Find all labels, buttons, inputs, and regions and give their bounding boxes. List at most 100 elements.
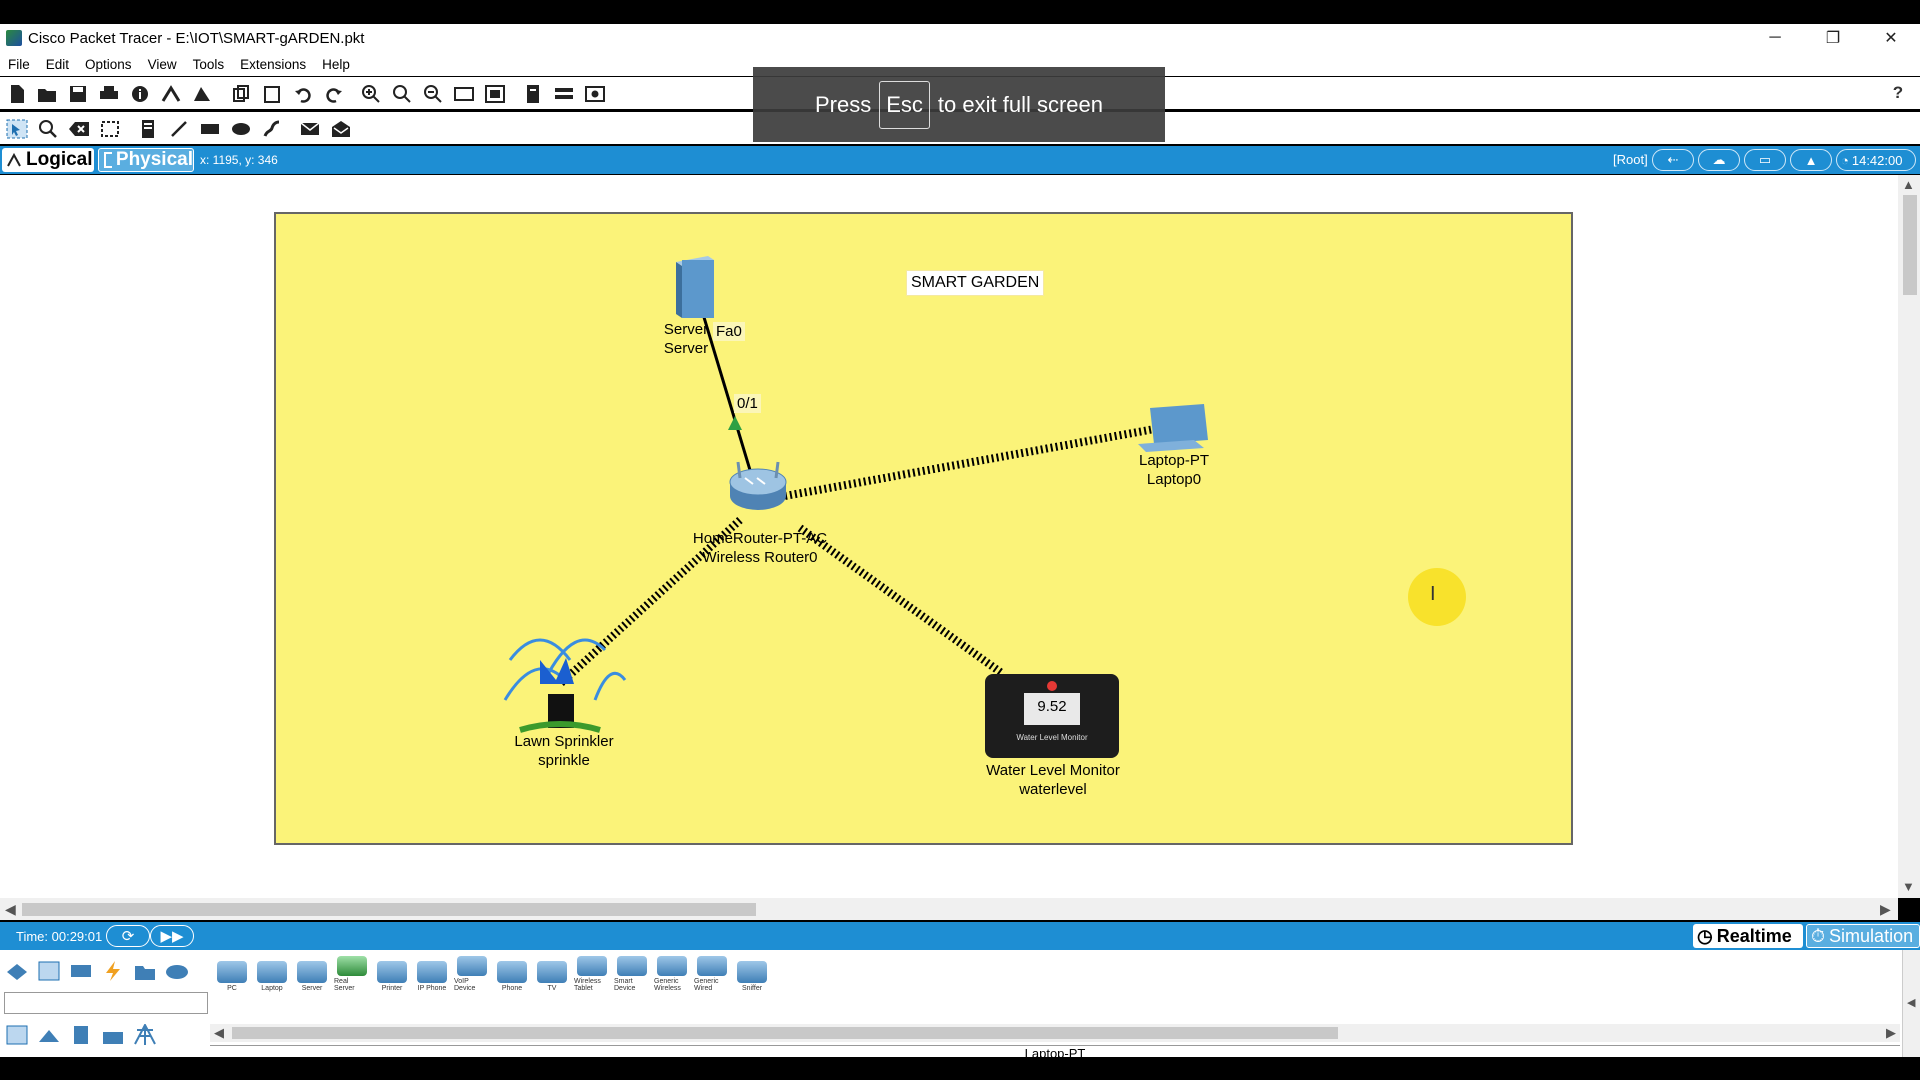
tab-logical[interactable]: Logical bbox=[2, 148, 94, 172]
drawing-palette-icon[interactable] bbox=[453, 83, 475, 105]
device-manager-icon[interactable] bbox=[553, 83, 575, 105]
connections-icon[interactable] bbox=[100, 958, 126, 984]
multiuser-icon[interactable] bbox=[164, 958, 190, 984]
complex-pdu-icon[interactable] bbox=[330, 118, 352, 140]
menu-help[interactable]: Help bbox=[314, 57, 358, 72]
place-note-icon[interactable] bbox=[137, 118, 159, 140]
undo-icon[interactable] bbox=[292, 83, 314, 105]
realtime-mode-button[interactable]: ◷ Realtime bbox=[1693, 924, 1803, 948]
freeform-icon[interactable] bbox=[261, 118, 283, 140]
save-icon[interactable] bbox=[67, 83, 89, 105]
device-generic-wired[interactable]: Generic Wired bbox=[694, 956, 730, 992]
select-icon[interactable] bbox=[6, 118, 28, 140]
open-folder-icon[interactable] bbox=[36, 83, 58, 105]
device-sniffer[interactable]: Sniffer bbox=[734, 956, 770, 992]
device-tv[interactable]: TV bbox=[534, 956, 570, 992]
activity-wizard-icon[interactable] bbox=[191, 83, 213, 105]
viewport-icon[interactable]: ▲ bbox=[1790, 149, 1832, 171]
device-server[interactable]: Server bbox=[294, 956, 330, 992]
delete-icon[interactable] bbox=[68, 118, 90, 140]
draw-rectangle-icon[interactable] bbox=[199, 118, 221, 140]
server-label[interactable]: Server Server bbox=[664, 320, 708, 358]
resize-icon[interactable] bbox=[99, 118, 121, 140]
power-grid-icon[interactable] bbox=[132, 1022, 158, 1048]
info-icon[interactable] bbox=[129, 83, 151, 105]
device-list: PC Laptop Server Real Server Printer IP … bbox=[214, 956, 770, 992]
vertical-scroll-thumb[interactable] bbox=[1903, 195, 1917, 295]
new-cluster-icon[interactable]: ▭ bbox=[1744, 149, 1786, 171]
collapse-arrow-icon[interactable]: ◀ bbox=[1907, 996, 1915, 1009]
draw-ellipse-icon[interactable] bbox=[230, 118, 252, 140]
network-info-icon[interactable] bbox=[160, 83, 182, 105]
inspect-icon[interactable] bbox=[37, 118, 59, 140]
palette-scroll-right-icon[interactable]: ▶ bbox=[1886, 1025, 1896, 1041]
industrial-icon[interactable] bbox=[100, 1022, 126, 1048]
router-label[interactable]: HomeRouter-PT-AC Wireless Router0 bbox=[693, 529, 827, 567]
back-arrow-icon[interactable]: ⇠ bbox=[1652, 149, 1694, 171]
tab-physical[interactable]: Physical bbox=[98, 148, 194, 172]
device-pc[interactable]: PC bbox=[214, 956, 250, 992]
palette-scroll-thumb[interactable] bbox=[232, 1027, 1338, 1039]
zoom-reset-icon[interactable] bbox=[391, 83, 413, 105]
cluster-icon[interactable]: ☁ bbox=[1698, 149, 1740, 171]
scroll-left-icon[interactable]: ◀ bbox=[5, 901, 16, 918]
screenshot-icon[interactable] bbox=[584, 83, 606, 105]
menu-extensions[interactable]: Extensions bbox=[232, 57, 314, 72]
simulation-mode-button[interactable]: ⏱ Simulation bbox=[1806, 924, 1920, 948]
network-devices-icon[interactable] bbox=[4, 958, 30, 984]
root-breadcrumb[interactable]: [Root] bbox=[1613, 152, 1648, 167]
scroll-right-icon[interactable]: ▶ bbox=[1880, 901, 1891, 918]
palette-horizontal-scrollbar[interactable]: ◀ ▶ bbox=[210, 1024, 1900, 1042]
help-button[interactable]: ? bbox=[1888, 83, 1908, 105]
workspace-horizontal-scrollbar[interactable]: ◀ ▶ bbox=[0, 898, 1898, 920]
menu-tools[interactable]: Tools bbox=[185, 57, 233, 72]
scroll-up-icon[interactable]: ▲ bbox=[1902, 177, 1915, 192]
menu-view[interactable]: View bbox=[140, 57, 185, 72]
zoom-in-icon[interactable] bbox=[360, 83, 382, 105]
home-devices-icon[interactable] bbox=[36, 1022, 62, 1048]
simple-pdu-icon[interactable] bbox=[299, 118, 321, 140]
zoom-out-icon[interactable] bbox=[422, 83, 444, 105]
device-search-field[interactable] bbox=[4, 992, 208, 1014]
sprinkler-label[interactable]: Lawn Sprinkler sprinkle bbox=[514, 732, 613, 770]
power-cycle-icon[interactable]: ⟳ bbox=[106, 925, 150, 947]
end-devices-subcategory-icon[interactable] bbox=[4, 1022, 30, 1048]
miscellaneous-icon[interactable] bbox=[132, 958, 158, 984]
device-ip-phone[interactable]: IP Phone bbox=[414, 956, 450, 992]
water-monitor-label[interactable]: Water Level Monitor waterlevel bbox=[986, 761, 1120, 799]
menu-file[interactable]: File bbox=[0, 57, 38, 72]
scroll-down-icon[interactable]: ▼ bbox=[1902, 879, 1915, 894]
smart-garden-note[interactable]: SMART GARDEN bbox=[906, 270, 1045, 296]
draw-line-icon[interactable] bbox=[168, 118, 190, 140]
new-file-icon[interactable] bbox=[6, 83, 28, 105]
fast-forward-icon[interactable]: ▶▶ bbox=[150, 925, 194, 947]
close-button[interactable]: ✕ bbox=[1862, 24, 1920, 52]
workspace-vertical-scrollbar[interactable]: ▲ ▼ bbox=[1898, 175, 1920, 898]
device-voip[interactable]: VoIP Device bbox=[454, 956, 490, 992]
paste-icon[interactable] bbox=[261, 83, 283, 105]
custom-device-icon[interactable] bbox=[484, 83, 506, 105]
device-generic-wireless[interactable]: Generic Wireless bbox=[654, 956, 690, 992]
copy-icon[interactable] bbox=[230, 83, 252, 105]
palette-collapse-panel[interactable]: ◀ bbox=[1902, 950, 1920, 1057]
end-devices-icon[interactable] bbox=[36, 958, 62, 984]
device-laptop[interactable]: Laptop bbox=[254, 956, 290, 992]
restore-button[interactable]: ❐ bbox=[1804, 24, 1862, 52]
print-icon[interactable] bbox=[98, 83, 120, 105]
redo-icon[interactable] bbox=[323, 83, 345, 105]
device-phone[interactable]: Phone bbox=[494, 956, 530, 992]
device-printer[interactable]: Printer bbox=[374, 956, 410, 992]
menu-edit[interactable]: Edit bbox=[38, 57, 77, 72]
menu-options[interactable]: Options bbox=[77, 57, 140, 72]
device-real-server[interactable]: Real Server bbox=[334, 956, 370, 992]
laptop-label[interactable]: Laptop-PT Laptop0 bbox=[1139, 451, 1209, 489]
device-wireless-tablet[interactable]: Wireless Tablet bbox=[574, 956, 610, 992]
smart-city-icon[interactable] bbox=[68, 1022, 94, 1048]
water-monitor-type: Water Level Monitor bbox=[986, 762, 1120, 779]
document-icon[interactable] bbox=[522, 83, 544, 105]
horizontal-scroll-thumb[interactable] bbox=[22, 903, 756, 916]
palette-scroll-left-icon[interactable]: ◀ bbox=[214, 1025, 224, 1041]
device-smart-device[interactable]: Smart Device bbox=[614, 956, 650, 992]
minimize-button[interactable]: ─ bbox=[1746, 24, 1804, 52]
components-icon[interactable] bbox=[68, 958, 94, 984]
